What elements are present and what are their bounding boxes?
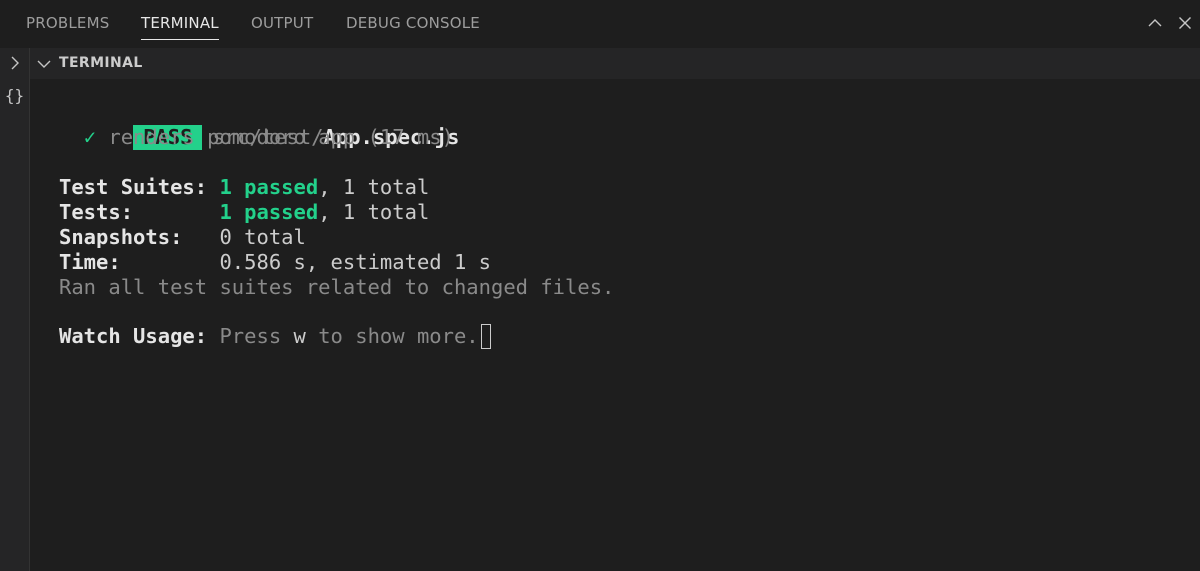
tab-terminal[interactable]: TERMINAL	[141, 14, 219, 40]
summary-time: Time: 0.586 s, estimated 1 s	[59, 250, 491, 275]
suites-label: Test Suites:	[59, 175, 208, 199]
summary-snapshots: Snapshots: 0 total	[59, 225, 306, 250]
tests-label: Tests:	[59, 200, 134, 224]
test-file-line: PASS src/test/App.spec.js	[59, 100, 459, 150]
tests-passed: 1 passed	[219, 200, 319, 224]
terminal-output[interactable]: PASS src/test/App.spec.js ✓ renders pomod…	[30, 79, 1200, 571]
check-icon: ✓	[83, 125, 97, 149]
summary-suites: Test Suites: 1 passed, 1 total	[59, 175, 429, 200]
watch-usage-line: Watch Usage: Press w to show more.	[59, 324, 491, 349]
maximize-panel-button[interactable]	[1144, 12, 1166, 34]
ran-all-line: Ran all test suites related to changed f…	[59, 275, 615, 299]
chevron-down-icon[interactable]	[36, 56, 52, 72]
chevron-right-glyph	[11, 56, 19, 70]
suites-passed: 1 passed	[219, 175, 319, 199]
active-tab-underline	[141, 39, 219, 40]
tab-problems[interactable]: PROBLEMS	[26, 14, 109, 36]
test-case-name: renders pomodoro app (17 ms)	[108, 125, 454, 149]
watch-key: w	[293, 324, 306, 348]
snapshots-value: 0 total	[219, 225, 306, 249]
time-label: Time:	[59, 250, 121, 274]
watch-press: Press	[207, 324, 294, 348]
close-panel-button[interactable]	[1174, 12, 1196, 34]
watch-rest: to show more.	[305, 324, 479, 348]
terminal-section-header[interactable]: TERMINAL	[30, 48, 1200, 79]
left-activity-strip: {}	[0, 48, 30, 571]
tests-total: , 1 total	[318, 200, 430, 224]
suites-total: , 1 total	[318, 175, 430, 199]
braces-icon[interactable]: {}	[0, 82, 29, 108]
terminal-panel: PROBLEMS TERMINAL OUTPUT DEBUG CONSOLE {…	[0, 0, 1200, 571]
terminal-cursor	[480, 324, 491, 349]
summary-tests: Tests: 1 passed, 1 total	[59, 200, 429, 225]
tab-debug-console[interactable]: DEBUG CONSOLE	[346, 14, 480, 36]
snapshots-label: Snapshots:	[59, 225, 183, 249]
time-value: 0.586 s, estimated 1 s	[219, 250, 491, 274]
tab-problems-label: PROBLEMS	[26, 14, 110, 32]
close-icon	[1179, 17, 1191, 29]
panel-tab-bar: PROBLEMS TERMINAL OUTPUT DEBUG CONSOLE	[0, 0, 1200, 48]
watch-label: Watch Usage:	[59, 324, 208, 348]
chevron-right-icon[interactable]	[0, 50, 29, 76]
tab-debug-console-label: DEBUG CONSOLE	[346, 14, 480, 32]
tab-terminal-label: TERMINAL	[141, 14, 219, 32]
test-case-line: ✓ renders pomodoro app (17 ms)	[59, 125, 454, 150]
braces-glyph: {}	[4, 85, 25, 105]
tab-output-label: OUTPUT	[251, 14, 314, 32]
section-title: TERMINAL	[59, 55, 143, 71]
chevron-up-icon	[1148, 19, 1162, 27]
tab-output[interactable]: OUTPUT	[251, 14, 313, 36]
